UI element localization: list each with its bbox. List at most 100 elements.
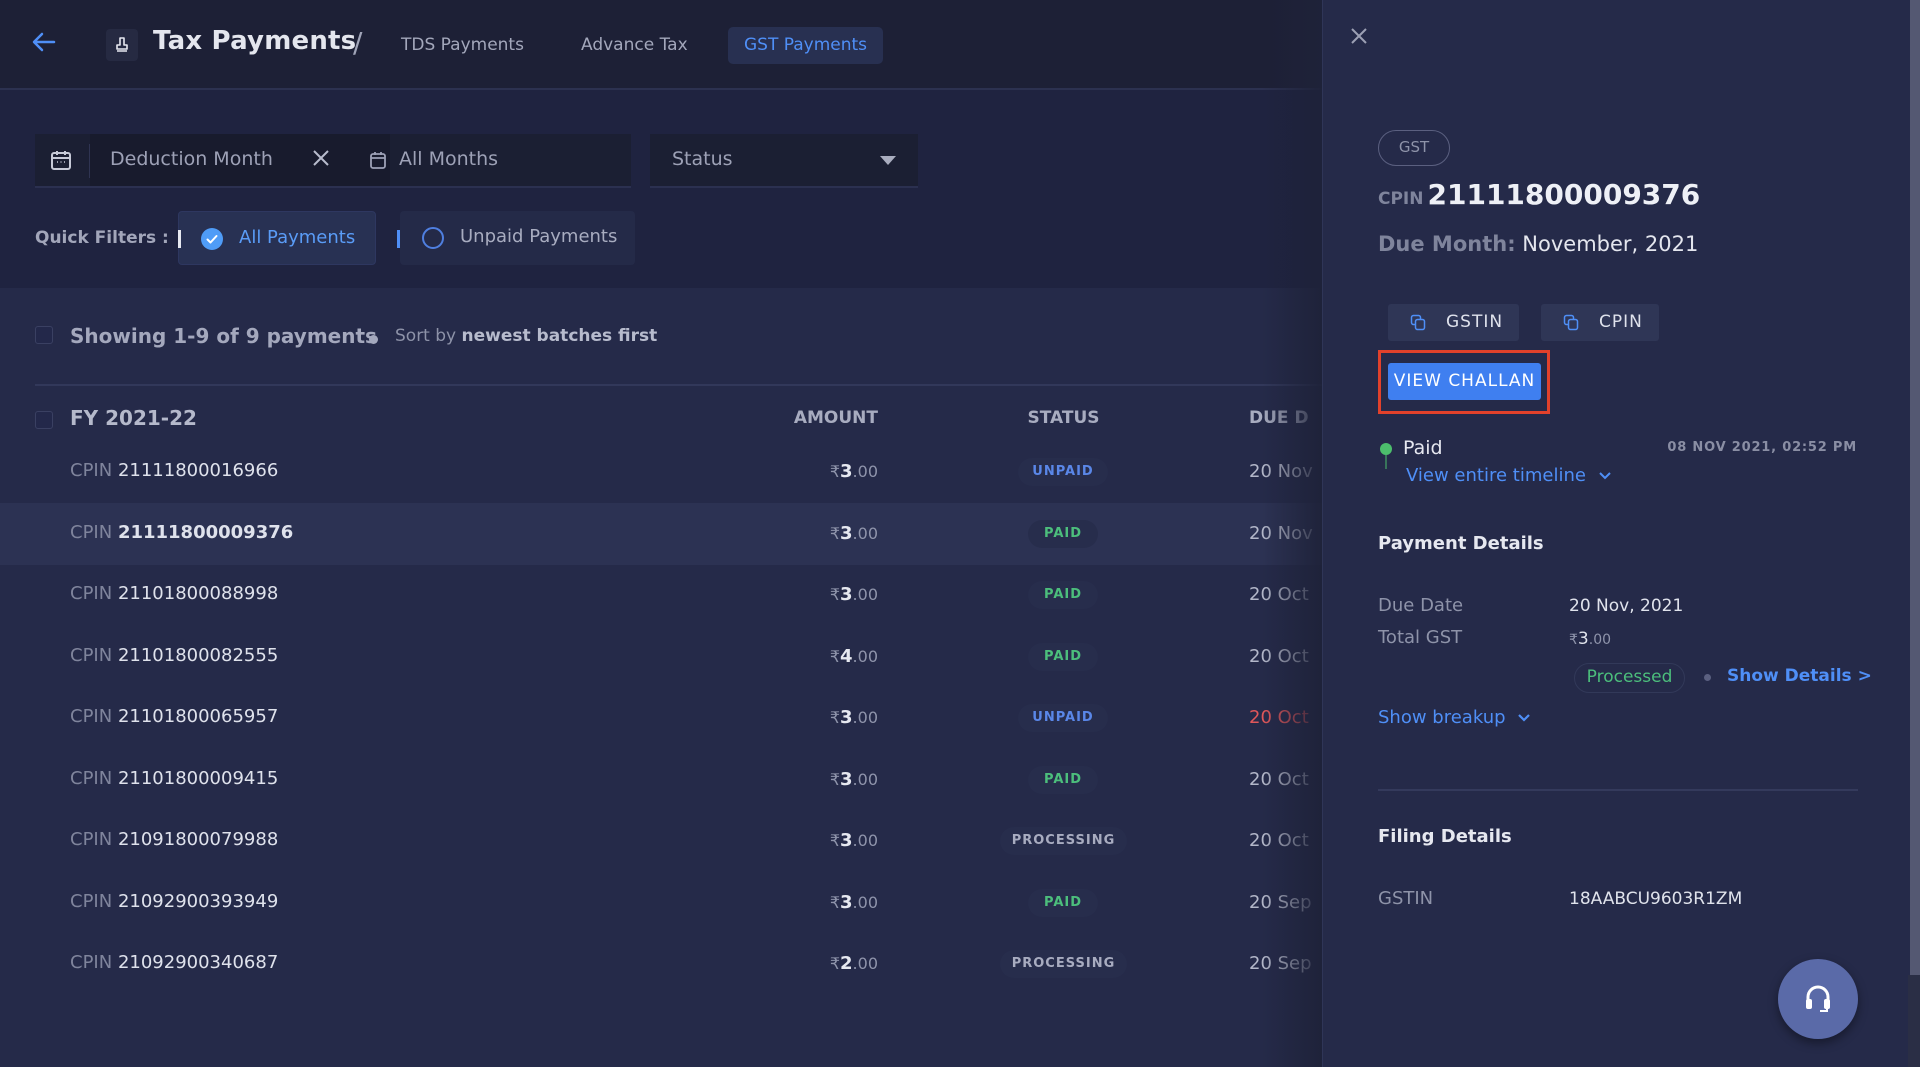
page-title: Tax Payments — [153, 26, 357, 56]
tab-advance-tax[interactable]: Advance Tax — [565, 27, 704, 64]
amount-main: 3 — [840, 707, 853, 728]
tab-gst-payments[interactable]: GST Payments — [728, 27, 884, 64]
cpin-prefix: CPIN — [1378, 189, 1424, 209]
currency-symbol: ₹ — [829, 585, 841, 604]
quick-filter-label: Unpaid Payments — [460, 226, 618, 247]
cpin-number: 21101800009415 — [117, 767, 279, 789]
payment-row[interactable]: CPIN 21101800082555 ₹4.00 PAID 20 Oct — [0, 626, 1322, 688]
chevron-down-icon — [1518, 714, 1531, 722]
select-all-checkbox[interactable] — [35, 326, 53, 344]
cpin-number: 21111800016966 — [117, 460, 279, 481]
deduction-month-filter[interactable]: Deduction Month All Months — [35, 134, 631, 188]
list-divider — [35, 384, 1322, 386]
payment-row[interactable]: CPIN 21101800009415 ₹3.00 PAID 20 Oct — [0, 749, 1322, 811]
row-cpin: CPIN 21092900340687 — [70, 952, 278, 973]
quick-filter-label: All Payments — [239, 227, 356, 248]
copy-cpin-button[interactable]: CPIN — [1541, 304, 1659, 341]
chevron-down-icon — [1598, 472, 1611, 480]
copy-icon — [1563, 314, 1579, 335]
payment-row[interactable]: CPIN 21092900340687 ₹2.00 PROCESSING 20 Sep — [0, 933, 1322, 995]
payment-row[interactable]: CPIN 21101800065957 ₹3.00 UNPAID 20 Oct — [0, 687, 1322, 749]
month-select-value[interactable]: All Months — [399, 148, 498, 170]
row-amount: ₹2.00 — [760, 953, 878, 974]
sort-control[interactable]: Sort by newest batches first — [395, 326, 657, 346]
row-due-date: 20 Oct — [1249, 830, 1309, 851]
support-button[interactable] — [1778, 959, 1858, 1039]
amount-main: 3 — [840, 584, 853, 605]
amount-decimals: .00 — [852, 769, 878, 789]
top-header: Tax Payments / TDS Payments Advance Tax … — [0, 0, 1322, 90]
total-gst-value: ₹3.00 — [1569, 629, 1611, 649]
view-timeline-label: View entire timeline — [1406, 465, 1586, 486]
show-breakup-link[interactable]: Show breakup — [1378, 707, 1531, 728]
back-button[interactable] — [30, 28, 62, 60]
row-due-date: 20 Oct — [1249, 707, 1309, 728]
view-timeline-link[interactable]: View entire timeline — [1406, 465, 1612, 486]
processed-badge: Processed — [1574, 663, 1685, 693]
payment-details-title: Payment Details — [1378, 533, 1544, 554]
row-cpin: CPIN 21111800009376 — [70, 522, 293, 543]
cpin-number: 21091800079988 — [117, 829, 279, 850]
radio-empty-icon — [422, 227, 444, 249]
amount-decimals: .00 — [852, 954, 878, 973]
payment-row[interactable]: CPIN 21111800016966 ₹3.00 UNPAID 20 Nov — [0, 441, 1322, 503]
total-gst-label: Total GST — [1378, 627, 1463, 648]
column-header-due-date: DUE D — [1249, 408, 1309, 428]
row-due-date: 20 Sep — [1249, 891, 1312, 913]
row-amount: ₹3.00 — [760, 461, 878, 482]
timeline-connector — [1385, 455, 1387, 469]
cpin-number: 21092900340687 — [117, 952, 279, 973]
amount-decimals: .00 — [852, 708, 878, 727]
payment-row[interactable]: CPIN 21092900393949 ₹3.00 PAID 20 Sep — [0, 872, 1322, 934]
currency-symbol: ₹ — [829, 646, 841, 666]
calendar-icon — [49, 148, 73, 176]
row-amount: ₹3.00 — [760, 892, 878, 913]
copy-gstin-button[interactable]: GSTIN — [1388, 304, 1519, 341]
tab-tds-payments[interactable]: TDS Payments — [385, 27, 540, 64]
amount-main: 3 — [840, 768, 853, 790]
amount-main: 4 — [840, 645, 853, 667]
scrollbar-track — [1908, 975, 1920, 1067]
cpin-prefix: CPIN — [70, 460, 113, 481]
scrollbar-thumb[interactable] — [1910, 0, 1920, 975]
cpin-number: 21092900393949 — [117, 890, 279, 912]
check-circle-icon — [201, 228, 223, 250]
cpin-prefix: CPIN — [70, 829, 113, 850]
status-badge: PAID — [1028, 519, 1098, 548]
column-header-amount: AMOUNT — [793, 408, 878, 428]
amount-main: 3 — [840, 522, 853, 544]
gstin-label: GSTIN — [1378, 888, 1434, 909]
results-count: Showing 1-9 of 9 payments — [70, 324, 377, 348]
clear-filter-button[interactable] — [311, 146, 331, 174]
payment-row[interactable]: CPIN 21111800009376 ₹3.00 PAID 20 Nov — [0, 502, 1322, 565]
row-due-date: 20 Nov — [1249, 461, 1313, 482]
row-due-date: 20 Nov — [1249, 522, 1313, 544]
status-dropdown[interactable]: Status — [650, 134, 918, 188]
breadcrumb-separator: / — [353, 26, 363, 59]
quick-filter-unpaid-payments[interactable]: Unpaid Payments — [400, 211, 635, 265]
currency-symbol: ₹ — [829, 708, 841, 727]
cpin-prefix: CPIN — [70, 952, 113, 973]
quick-filters-label: Quick Filters : — [35, 228, 169, 248]
amount-main: 3 — [840, 461, 853, 482]
amount-main: 3 — [840, 830, 853, 851]
currency-symbol: ₹ — [829, 954, 841, 973]
select-group-checkbox[interactable] — [35, 411, 53, 429]
cpin-value: 21111800009376 — [1427, 178, 1701, 211]
show-details-link[interactable]: Show Details > — [1727, 666, 1872, 686]
headset-icon — [1806, 985, 1830, 1012]
status-badge: PAID — [1028, 581, 1098, 609]
view-challan-button[interactable]: VIEW CHALLAN — [1388, 363, 1541, 400]
payment-detail-panel: GST CPIN 21111800009376 Due Month: Novemb… — [1322, 0, 1920, 1067]
payments-main: Tax Payments / TDS Payments Advance Tax … — [0, 0, 1322, 1067]
section-divider — [1378, 789, 1858, 791]
sort-prefix: Sort by — [395, 326, 457, 346]
payment-row[interactable]: CPIN 21091800079988 ₹3.00 PROCESSING 20 Oct — [0, 810, 1322, 872]
amount-main: 2 — [840, 953, 853, 974]
due-date-value: 20 Nov, 2021 — [1569, 596, 1684, 616]
payment-row[interactable]: CPIN 21101800088998 ₹3.00 PAID 20 Oct — [0, 564, 1322, 626]
panel-cpin: CPIN 21111800009376 — [1378, 178, 1700, 211]
quick-filter-all-payments[interactable]: All Payments — [178, 211, 376, 265]
close-panel-button[interactable] — [1349, 26, 1373, 50]
cpin-number: 21111800009376 — [117, 521, 294, 543]
